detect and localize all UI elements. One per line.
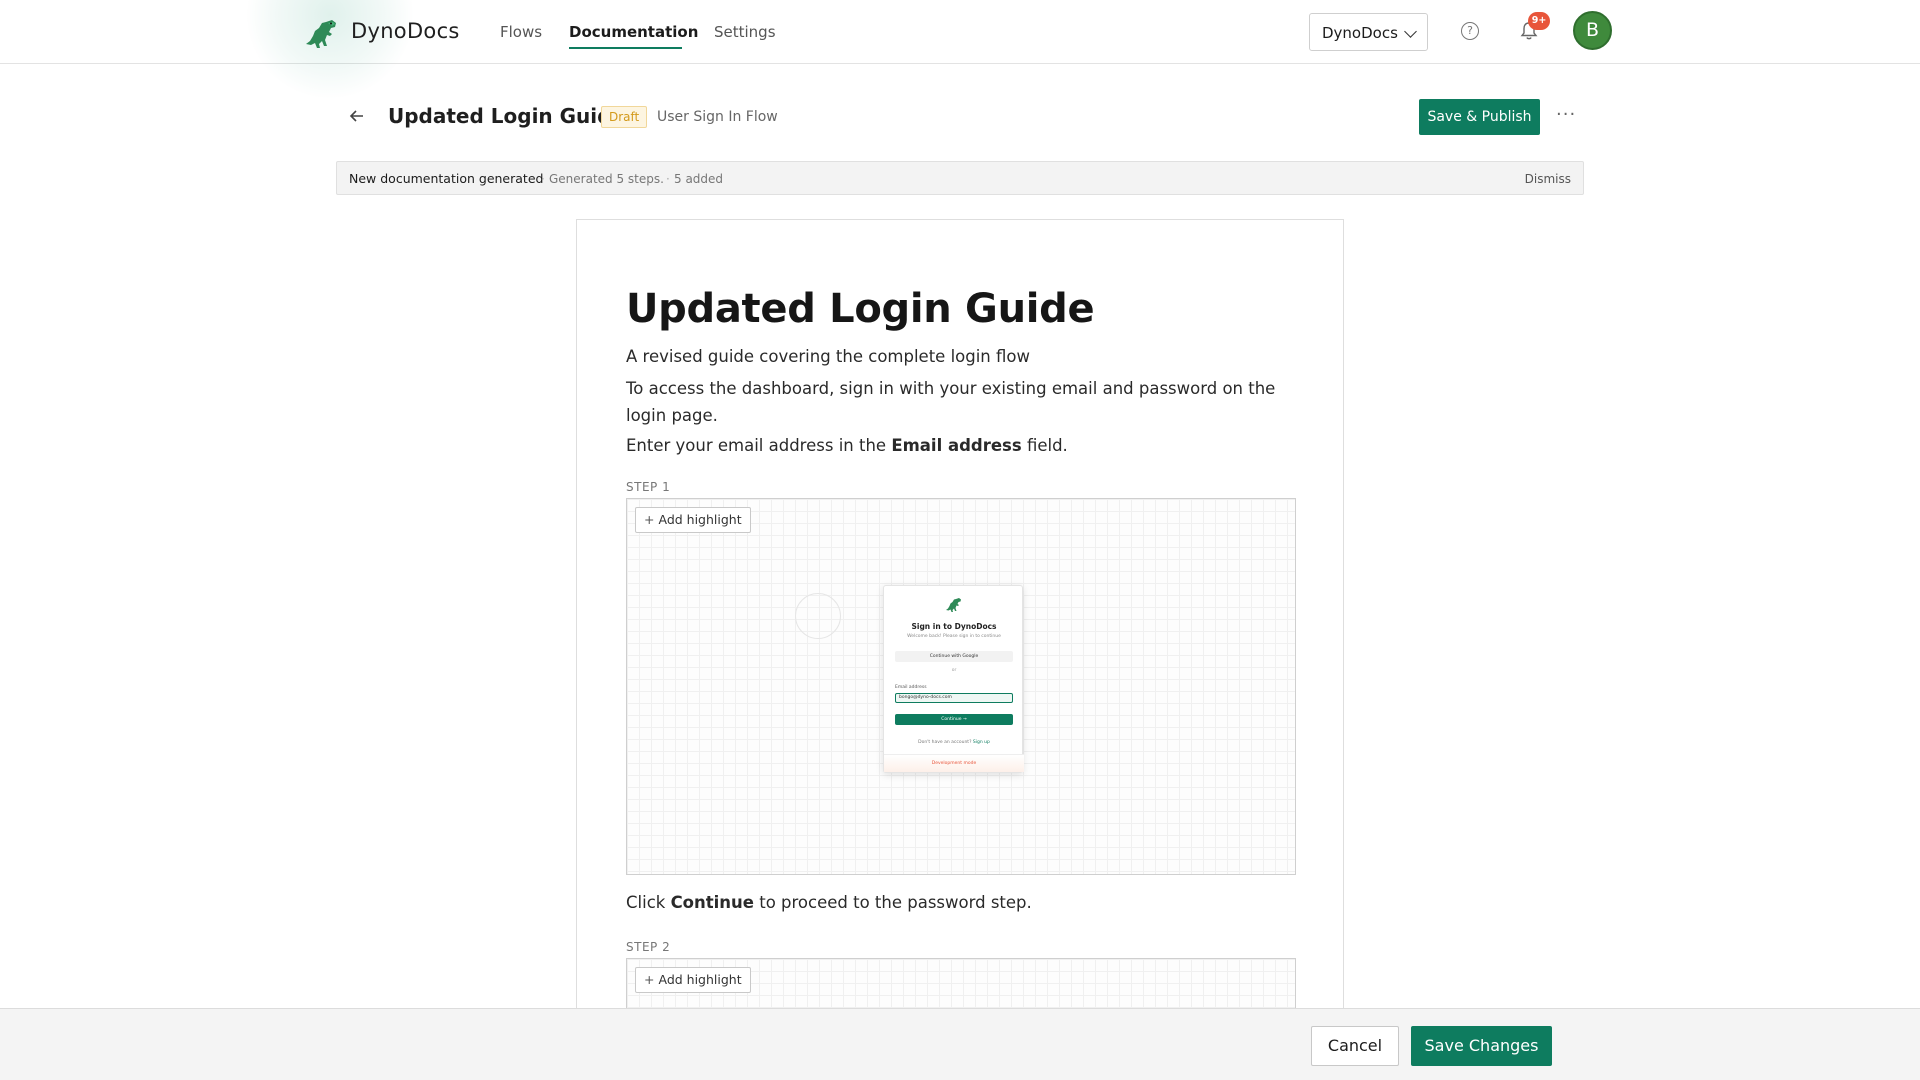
dino-logo-icon[interactable]	[304, 16, 340, 52]
plus-icon: +	[644, 972, 655, 987]
preview-email-input: bongo@dyno-docs.com	[895, 693, 1013, 703]
nav-link-documentation[interactable]: Documentation	[569, 23, 698, 41]
preview-dev-mode: Development mode	[884, 754, 1024, 772]
banner-separator: ·	[666, 172, 670, 186]
brand-name[interactable]: DynoDocs	[351, 19, 460, 43]
user-avatar[interactable]: B	[1573, 11, 1612, 50]
document-editor[interactable]: Updated Login Guide A revised guide cove…	[576, 219, 1344, 1028]
step2-instruction[interactable]: Click Continue to proceed to the passwor…	[626, 893, 1032, 912]
banner-separator: ·	[541, 172, 545, 186]
add-highlight-label: Add highlight	[658, 972, 742, 987]
preview-email-label: Email address	[895, 685, 927, 690]
step1-instruction[interactable]: Enter your email address in the Email ad…	[626, 432, 1296, 459]
preview-or: or	[951, 668, 957, 673]
more-icon[interactable]: ···	[1556, 104, 1576, 125]
add-highlight-button[interactable]: + Add highlight	[635, 507, 751, 533]
step2-text-before: Click	[626, 893, 671, 912]
preview-signup-link: Sign up	[972, 740, 990, 745]
notification-badge: 9+	[1528, 12, 1550, 30]
top-nav: DynoDocs Flows Documentation Settings Dy…	[0, 0, 1920, 100]
banner-detail: Generated 5 steps.	[549, 172, 664, 186]
back-arrow-icon[interactable]	[347, 106, 367, 126]
nav-link-settings[interactable]: Settings	[714, 23, 776, 41]
save-publish-button[interactable]: Save & Publish	[1419, 99, 1540, 135]
chevron-down-icon	[1404, 25, 1417, 38]
step1-text-after: field.	[1021, 436, 1068, 455]
preview-title: Sign in to DynoDocs	[911, 622, 997, 631]
dino-logo-icon	[946, 598, 961, 612]
preview-google-button: Continue with Google	[895, 651, 1013, 662]
bottom-action-bar: Cancel Save Changes	[0, 1008, 1920, 1080]
step1-label: STEP 1	[626, 480, 671, 494]
plus-icon: +	[644, 512, 655, 527]
add-highlight-button[interactable]: + Add highlight	[635, 967, 751, 993]
workspace-select[interactable]: DynoDocs	[1309, 13, 1428, 51]
step1-text-before: Enter your email address in the	[626, 436, 892, 455]
workspace-label: DynoDocs	[1322, 24, 1398, 42]
highlight-marker	[795, 593, 841, 639]
help-icon[interactable]: ?	[1461, 22, 1479, 40]
document-subtitle[interactable]: A revised guide covering the complete lo…	[626, 343, 1296, 370]
step1-text-bold: Email address	[891, 436, 1022, 455]
step2-text-after: to proceed to the password step.	[753, 893, 1032, 912]
preview-footer-text: Don't have an account?	[918, 740, 972, 745]
preview-subtitle: Welcome back! Please sign in to continue	[907, 634, 1001, 639]
login-preview: Sign in to DynoDocs Welcome back! Please…	[883, 585, 1024, 773]
status-badge: Draft	[601, 106, 648, 128]
generation-banner: New documentation generated · Generated …	[336, 161, 1584, 195]
page-title: Updated Login Guide	[388, 104, 626, 128]
add-highlight-label: Add highlight	[658, 512, 742, 527]
dismiss-button[interactable]: Dismiss	[1525, 172, 1571, 186]
document-intro[interactable]: To access the dashboard, sign in with yo…	[626, 375, 1296, 429]
step1-screenshot[interactable]: + Add highlight Sign in to DynoDocs Welco…	[626, 498, 1296, 875]
preview-continue-button: Continue →	[895, 714, 1013, 725]
document-heading[interactable]: Updated Login Guide	[626, 286, 1095, 332]
flow-name[interactable]: User Sign In Flow	[657, 109, 778, 125]
cancel-button[interactable]: Cancel	[1311, 1026, 1399, 1066]
step2-label: STEP 2	[626, 940, 671, 954]
save-changes-button[interactable]: Save Changes	[1411, 1026, 1552, 1066]
banner-title: New documentation generated	[349, 171, 544, 186]
active-tab-indicator	[569, 47, 682, 49]
step2-text-bold: Continue	[670, 893, 754, 912]
nav-link-flows[interactable]: Flows	[500, 23, 542, 41]
preview-footer: Don't have an account? Sign up	[884, 740, 1024, 745]
banner-added-count: 5 added	[674, 172, 724, 186]
